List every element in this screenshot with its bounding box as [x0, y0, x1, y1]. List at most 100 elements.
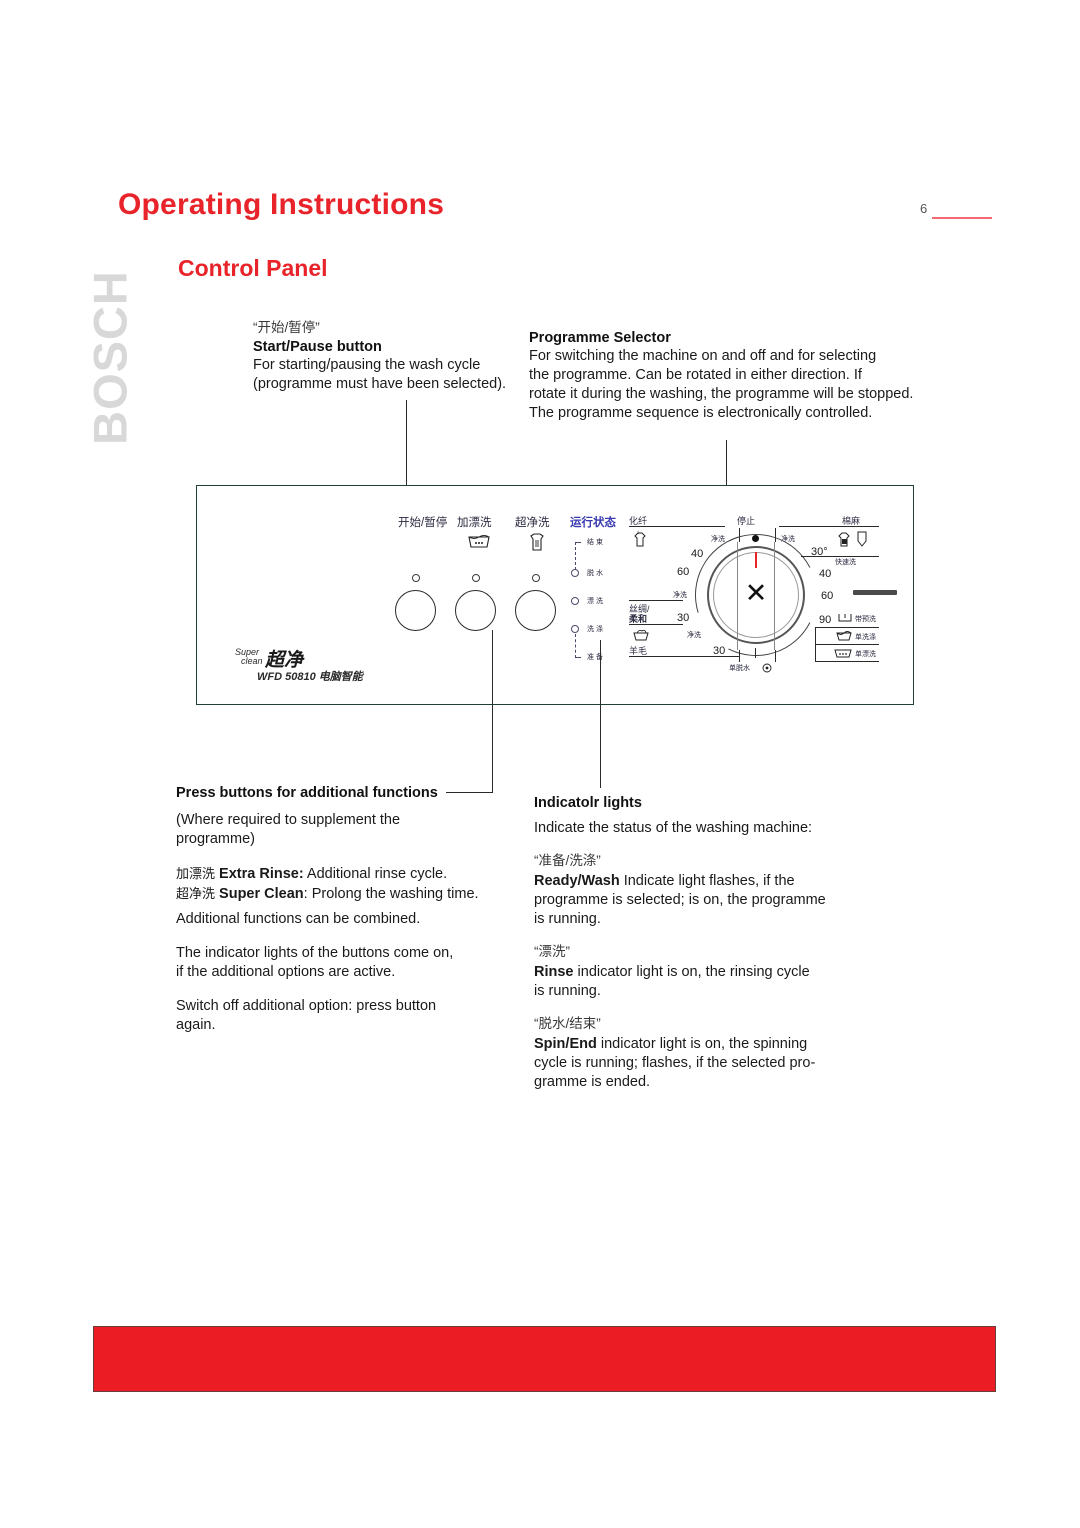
ready-wash-line-1: Ready/Wash Indicate light flashes, if th… — [534, 872, 884, 891]
dial-tick-bottom-right — [775, 650, 776, 662]
extra-rinse-text: Additional rinse cycle. — [303, 866, 448, 882]
extra-rinse-row: 加漂洗 Extra Rinse: Additional rinse cycle. — [176, 864, 506, 884]
rinse-line-1: Rinse indicator light is on, the rinsing… — [534, 963, 884, 982]
spin-only-symbol-icon — [762, 663, 772, 673]
page-number: 6 — [920, 201, 928, 216]
additional-functions-indicator: The indicator lights of the buttons come… — [176, 944, 506, 982]
leader-line-programme-selector — [726, 440, 728, 485]
start-pause-heading: Start/Pause button — [253, 339, 382, 355]
ready-wash-label: Ready/Wash — [534, 873, 620, 889]
programme-dial[interactable]: 化纤 停止 棉麻 2 净洗 净洗 ✕ 40 60 净洗 30 净洗 30 30°… — [629, 508, 879, 683]
dial-temp-left-40: 40 — [691, 548, 704, 560]
super-clean-label: Super Clean — [219, 886, 304, 902]
spin-end-line-3: gramme is ended. — [534, 1074, 651, 1090]
button-super-clean[interactable] — [515, 590, 556, 631]
status-item-spin: 脱 水 — [587, 570, 603, 577]
ready-wash-line-2: programme is selected; is on, the progra… — [534, 892, 826, 908]
button-extra-rinse[interactable] — [455, 590, 496, 631]
dial-temp-right-90: 90 — [819, 614, 832, 626]
ready-wash-body: Ready/Wash Indicate light flashes, if th… — [534, 872, 884, 929]
additional-functions-indicator-line-2: if the additional options are active. — [176, 964, 396, 980]
button-start-pause[interactable] — [395, 590, 436, 631]
super-clean-cn: 超净洗 — [176, 886, 216, 901]
dial-rule-top-right — [779, 526, 879, 527]
dial-label-stop: 停止 — [737, 516, 756, 526]
additional-functions-sub-line-1: (Where required to supplement the — [176, 812, 401, 828]
callout-indicator-lights: Indicatolr lights Indicate the status of… — [534, 795, 884, 1092]
spin-end-line-1: Spin/End indicator light is on, the spin… — [534, 1035, 884, 1054]
rinse-text-1: indicator light is on, the rinsing cycle — [573, 964, 810, 980]
rinse-line-2: is running. — [534, 983, 601, 999]
dial-temp-left-60: 60 — [677, 566, 690, 578]
programme-selector-body: For switching the machine on and off and… — [529, 347, 949, 423]
programme-selector-line-4: The programme sequence is electronically… — [529, 405, 873, 421]
additional-functions-options: 加漂洗 Extra Rinse: Additional rinse cycle.… — [176, 864, 506, 904]
brand-super-clean-latin: Super clean — [235, 648, 263, 666]
dial-center-mark: ✕ — [744, 578, 768, 608]
footer-red-bar — [93, 1326, 996, 1392]
programme-selector-heading: Programme Selector — [529, 330, 671, 346]
brand-clean-word: clean — [241, 656, 263, 666]
dial-rule-silk — [629, 600, 683, 601]
dial-rule-wash-only — [815, 644, 879, 645]
wash-only-icon — [836, 631, 852, 641]
wool-basin-icon — [633, 629, 649, 641]
additional-functions-switch-off: Switch off additional option: press butt… — [176, 997, 506, 1035]
programme-selector-line-3: rotate it during the washing, the progra… — [529, 386, 914, 402]
panel-model-number: WFD 50810 电脑智能 — [257, 671, 363, 683]
additional-functions-switch-off-line-1: Switch off additional option: press butt… — [176, 998, 437, 1014]
additional-functions-sub-line-2: programme) — [176, 831, 255, 847]
dial-temp-right-40: 40 — [819, 568, 832, 580]
super-clean-text: : Prolong the washing time. — [303, 886, 479, 902]
additional-functions-heading: Press buttons for additional functions — [176, 785, 438, 801]
leader-line-indicator-lights — [600, 640, 602, 788]
shirt-icon — [530, 533, 544, 551]
led-start-pause — [412, 574, 420, 582]
leader-line-start-pause — [406, 400, 408, 485]
panel-label-status-header: 运行状态 — [570, 517, 616, 529]
dial-stop-dot — [752, 535, 759, 542]
led-super-clean — [532, 574, 540, 582]
leader-line-additional-functions — [492, 630, 494, 792]
dial-temp-left-30a: 30 — [677, 612, 690, 624]
spin-end-text-1: indicator light is on, the spinning — [596, 1036, 808, 1052]
rinse-only-icon — [834, 649, 852, 658]
dial-rule-prewash — [815, 627, 879, 628]
page-root: Operating Instructions 6 BOSCH Control P… — [0, 0, 1080, 1528]
dial-rule-wool-bottom — [629, 656, 739, 657]
dial-label-spin-only: 单脱水 — [729, 665, 750, 672]
callout-programme-selector: Programme Selector For switching the mac… — [529, 330, 949, 423]
indicator-lights-heading: Indicatolr lights — [534, 795, 642, 811]
spin-end-body: Spin/End indicator light is on, the spin… — [534, 1035, 884, 1092]
dial-cold-left-mid: 净洗 — [673, 592, 687, 599]
extra-rinse-cn: 加漂洗 — [176, 866, 216, 881]
start-pause-cn-quote: “开始/暂停” — [253, 320, 320, 335]
led-extra-rinse — [472, 574, 480, 582]
page-number-rule — [932, 217, 992, 219]
dial-rule-wool — [629, 624, 683, 625]
status-led-wash — [571, 625, 579, 633]
programme-selector-line-2: the programme. Can be rotated in either … — [529, 367, 862, 383]
rinse-body: Rinse indicator light is on, the rinsing… — [534, 963, 884, 1001]
panel-handle — [853, 590, 897, 595]
dial-label-synthetic: 化纤 — [629, 516, 648, 526]
section-title: Control Panel — [178, 255, 328, 281]
panel-label-super-clean: 超净洗 — [515, 517, 550, 529]
status-led-spin — [571, 569, 579, 577]
ready-wash-line-3: is running. — [534, 911, 601, 927]
status-bracket-lower — [575, 634, 576, 658]
status-item-end: 结 束 — [587, 539, 603, 546]
rinse-cn: “漂洗” — [534, 944, 570, 959]
dial-pointer — [755, 552, 757, 568]
status-bracket-bottom-tick — [575, 657, 581, 658]
dial-tick-bottom-mid — [755, 648, 756, 658]
extra-rinse-label: Extra Rinse: — [219, 866, 304, 882]
spin-end-cn: “脱水/结束” — [534, 1016, 601, 1031]
cotton-shirt-icon — [838, 532, 850, 547]
ready-wash-text-1: Indicate light flashes, if the — [619, 873, 795, 889]
dial-label-quick-wash: 快速洗 — [835, 559, 856, 566]
start-pause-line-1: For starting/pausing the wash cycle — [253, 357, 481, 373]
panel-label-start-pause: 开始/暂停 — [398, 517, 448, 529]
dial-label-cotton: 棉麻 — [842, 516, 861, 526]
status-bracket-top-tick — [575, 542, 581, 543]
